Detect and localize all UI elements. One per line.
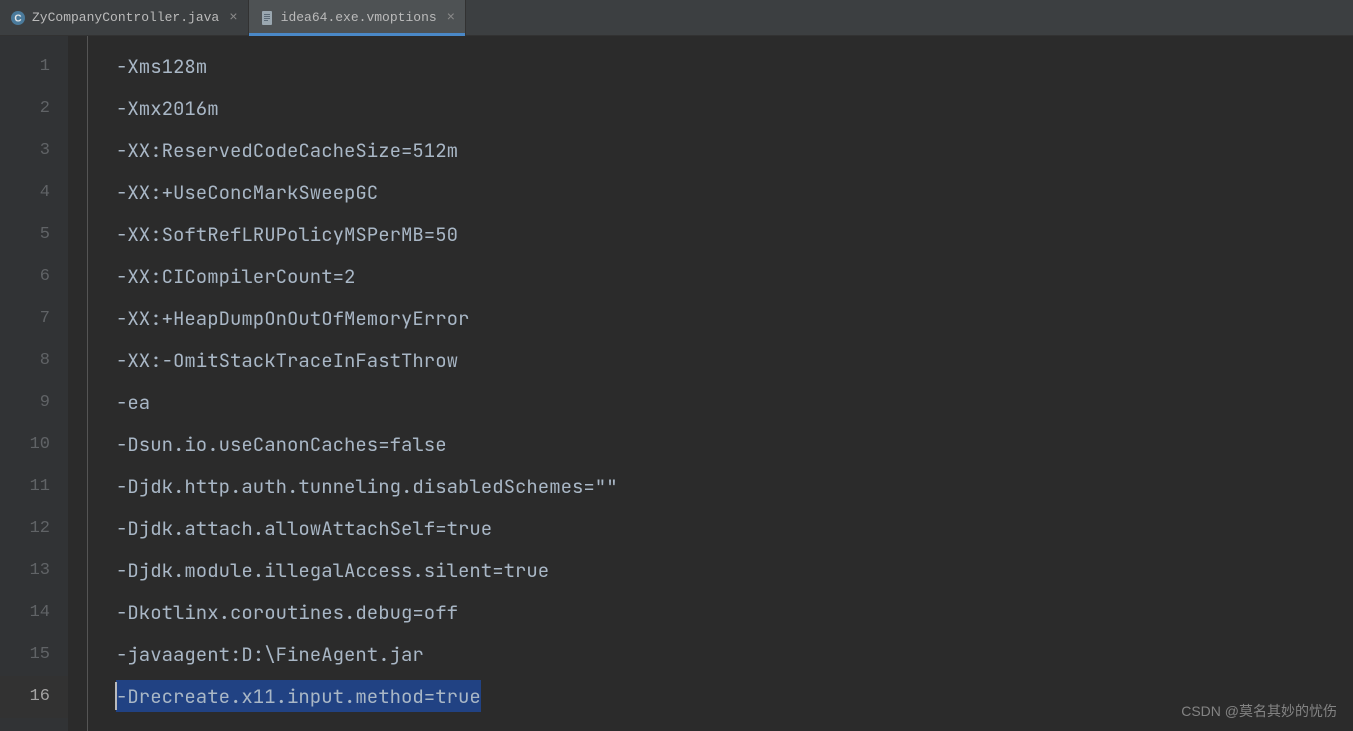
line-number[interactable]: 14 [0, 592, 50, 634]
line-number[interactable]: 9 [0, 382, 50, 424]
code-line[interactable]: -XX:-OmitStackTraceInFastThrow [116, 340, 1353, 382]
line-number[interactable]: 10 [0, 424, 50, 466]
code-editor[interactable]: -Xms128m-Xmx2016m-XX:ReservedCodeCacheSi… [88, 36, 1353, 731]
tab-label: idea64.exe.vmoptions [281, 10, 437, 25]
text-caret [115, 682, 117, 710]
line-number-gutter[interactable]: 12345678910111213141516 [0, 36, 68, 731]
line-number[interactable]: 8 [0, 340, 50, 382]
tab-zycompany[interactable]: C ZyCompanyController.java × [0, 0, 249, 35]
gutter-separator [68, 36, 88, 731]
line-number[interactable]: 12 [0, 508, 50, 550]
line-number[interactable]: 4 [0, 172, 50, 214]
code-line[interactable]: -Xmx2016m [116, 88, 1353, 130]
line-number[interactable]: 13 [0, 550, 50, 592]
code-line[interactable]: -XX:+HeapDumpOnOutOfMemoryError [116, 298, 1353, 340]
code-line[interactable]: -Drecreate.x11.input.method=true [116, 676, 1353, 718]
line-number[interactable]: 11 [0, 466, 50, 508]
line-number[interactable]: 1 [0, 46, 50, 88]
svg-text:C: C [14, 13, 21, 24]
line-number[interactable]: 6 [0, 256, 50, 298]
code-line[interactable]: -Xms128m [116, 46, 1353, 88]
java-class-icon: C [10, 10, 26, 26]
text-file-icon [259, 10, 275, 26]
line-number[interactable]: 15 [0, 634, 50, 676]
editor-container: 12345678910111213141516 -Xms128m-Xmx2016… [0, 36, 1353, 731]
tab-bar: C ZyCompanyController.java × idea64.exe.… [0, 0, 1353, 36]
code-line[interactable]: -XX:+UseConcMarkSweepGC [116, 172, 1353, 214]
line-number[interactable]: 7 [0, 298, 50, 340]
line-number[interactable]: 16 [0, 676, 68, 718]
code-line[interactable]: -ea [116, 382, 1353, 424]
code-line[interactable]: -XX:SoftRefLRUPolicyMSPerMB=50 [116, 214, 1353, 256]
code-line[interactable]: -XX:CICompilerCount=2 [116, 256, 1353, 298]
code-text: -Drecreate.x11.input.method=true [116, 684, 481, 709]
code-line[interactable]: -XX:ReservedCodeCacheSize=512m [116, 130, 1353, 172]
line-number[interactable]: 2 [0, 88, 50, 130]
close-icon[interactable]: × [229, 10, 237, 26]
tab-vmoptions[interactable]: idea64.exe.vmoptions × [249, 0, 466, 35]
code-line[interactable]: -Djdk.module.illegalAccess.silent=true [116, 550, 1353, 592]
code-line[interactable]: -Dkotlinx.coroutines.debug=off [116, 592, 1353, 634]
close-icon[interactable]: × [447, 10, 455, 26]
watermark: CSDN @莫名其妙的忧伤 [1181, 701, 1337, 721]
tab-label: ZyCompanyController.java [32, 10, 219, 25]
code-line[interactable]: -Dsun.io.useCanonCaches=false [116, 424, 1353, 466]
code-line[interactable]: -Djdk.http.auth.tunneling.disabledScheme… [116, 466, 1353, 508]
code-line[interactable]: -Djdk.attach.allowAttachSelf=true [116, 508, 1353, 550]
line-number[interactable]: 5 [0, 214, 50, 256]
line-number[interactable]: 3 [0, 130, 50, 172]
code-line[interactable]: -javaagent:D:\FineAgent.jar [116, 634, 1353, 676]
